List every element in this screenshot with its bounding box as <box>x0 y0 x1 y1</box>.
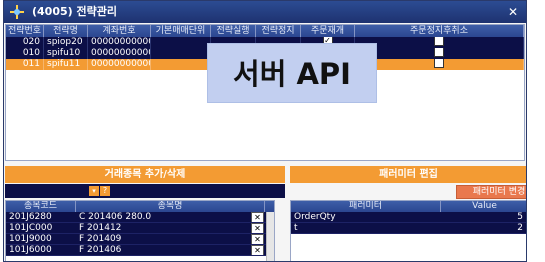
delete-cell: ✕ <box>251 245 266 255</box>
col-strategy-number[interactable]: 전략번호 <box>6 25 44 37</box>
delete-cell: ✕ <box>251 234 266 244</box>
parameter-value[interactable]: 2 <box>441 223 526 233</box>
col-order-resume[interactable]: 주문재개 <box>301 25 355 37</box>
instrument-table-header: 종목코드 종목명 <box>6 201 274 212</box>
parameter-table-header: 패러미터 Value <box>291 201 526 212</box>
table-row[interactable]: OrderQty 5 <box>291 212 526 223</box>
base-unit-cell <box>151 37 211 48</box>
strategy-number: 011 <box>6 59 44 70</box>
stop-cancel-checkbox[interactable] <box>434 59 444 68</box>
strategy-name: spifu10 <box>44 48 88 59</box>
strategy-grid-header: 전략번호 전략명 계좌번호 기본매매단위 전략실행 전략정지 주문재개 주문정지… <box>6 25 524 37</box>
title-bar[interactable]: (4005) 전략관리 ✕ <box>4 1 526 23</box>
change-parameter-button[interactable]: 패러미터 변경 <box>456 185 526 199</box>
window-title: (4005) 전략관리 <box>32 5 117 18</box>
instrument-section-header: 거래종목 추가/삭제 <box>5 166 285 183</box>
scrollbar[interactable] <box>266 212 274 261</box>
parameter-name: OrderQty <box>294 212 336 222</box>
col-value[interactable]: Value <box>441 201 526 212</box>
strategy-number: 020 <box>6 37 44 48</box>
delete-icon[interactable]: ✕ <box>251 234 264 244</box>
base-unit-cell <box>151 48 211 59</box>
col-stop-cancel[interactable]: 주문정지후취소 <box>355 25 524 37</box>
list-item[interactable]: 101J6000 F 201406 ✕ <box>6 245 274 256</box>
instrument-table: 종목코드 종목명 201J6280 C 201406 280.0 ✕ 101JC… <box>5 200 275 261</box>
parameter-name: t <box>294 223 298 233</box>
parameter-section-header: 패러미터 편집 <box>290 166 526 183</box>
strategy-name: spifu11 <box>44 59 88 70</box>
delete-icon[interactable]: ✕ <box>251 245 264 255</box>
instrument-name: F 201409 <box>79 234 122 244</box>
strategy-manager-window: (4005) 전략관리 ✕ 전략번호 전략명 계좌번호 기본매매단위 전략실행 … <box>3 0 527 262</box>
delete-cell: ✕ <box>251 223 266 233</box>
delete-cell: ✕ <box>251 212 266 222</box>
parameter-value[interactable]: 5 <box>441 212 526 222</box>
delete-icon[interactable]: ✕ <box>251 223 264 233</box>
app-icon <box>10 5 24 19</box>
list-item[interactable]: 201J6280 C 201406 280.0 ✕ <box>6 212 274 223</box>
close-icon[interactable]: ✕ <box>508 1 518 23</box>
col-account-number[interactable]: 계좌번호 <box>88 25 151 37</box>
help-icon[interactable]: ? <box>100 186 110 196</box>
strategy-name: spiop20 <box>44 37 88 48</box>
delete-icon[interactable]: ✕ <box>251 212 264 222</box>
base-unit-cell <box>151 59 211 70</box>
col-instrument-code[interactable]: 종목코드 <box>6 201 76 212</box>
account-number: 00000000000 <box>88 48 151 59</box>
instrument-code: 101J9000 <box>9 234 52 244</box>
stop-cancel-cell <box>355 48 524 59</box>
col-base-unit[interactable]: 기본매매단위 <box>151 25 211 37</box>
col-strategy-name[interactable]: 전략명 <box>44 25 88 37</box>
col-stop[interactable]: 전략정지 <box>256 25 301 37</box>
instrument-code: 201J6280 <box>9 212 52 222</box>
col-parameter[interactable]: 패러미터 <box>291 201 441 212</box>
stop-cancel-checkbox[interactable] <box>434 48 444 57</box>
col-run[interactable]: 전략실행 <box>211 25 256 37</box>
account-number: 00000000000 <box>88 59 151 70</box>
instrument-code: 101J6000 <box>9 245 52 255</box>
instrument-name: F 201412 <box>79 223 122 233</box>
parameter-table: 패러미터 Value OrderQty 5 t 2 <box>290 200 526 261</box>
instrument-name: F 201406 <box>79 245 122 255</box>
list-item[interactable]: 101JC000 F 201412 ✕ <box>6 223 274 234</box>
instrument-name: C 201406 280.0 <box>79 212 152 222</box>
list-item[interactable]: 101J9000 F 201409 ✕ <box>6 234 274 245</box>
table-row[interactable]: t 2 <box>291 223 526 234</box>
instrument-toolbar: ▾ ? <box>5 184 285 198</box>
stop-cancel-cell <box>355 59 524 70</box>
instrument-code: 101JC000 <box>9 223 53 233</box>
account-number: 00000000000 <box>88 37 151 48</box>
col-instrument-name[interactable]: 종목명 <box>76 201 265 212</box>
chevron-down-icon[interactable]: ▾ <box>89 186 99 196</box>
strategy-number: 010 <box>6 48 44 59</box>
stop-cancel-cell <box>355 37 524 48</box>
stop-cancel-checkbox[interactable] <box>434 37 444 46</box>
server-api-label: 서버 API <box>207 43 377 103</box>
